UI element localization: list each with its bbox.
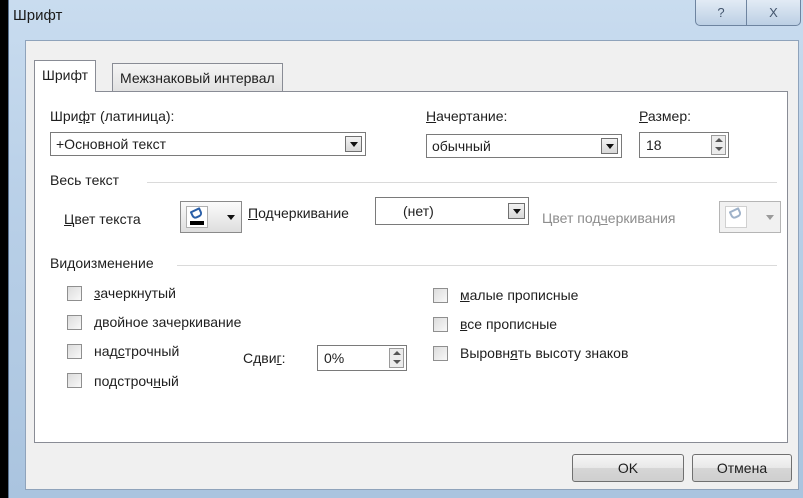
double-strikethrough-checkbox[interactable] [67, 315, 82, 330]
small-caps-label[interactable]: малые прописные [460, 287, 578, 303]
close-icon: X [769, 5, 778, 20]
offset-label: Сдвиг: [243, 350, 286, 366]
font-size-spinner[interactable]: 18 [639, 132, 729, 158]
ok-button[interactable]: OK [572, 454, 684, 482]
font-size-label: Размер: [639, 108, 692, 124]
latin-font-value: +Основной текст [56, 136, 166, 152]
tab-font[interactable]: Шрифт [34, 60, 97, 92]
tab-character-spacing[interactable]: Межзнаковый интервал [112, 63, 283, 93]
all-caps-label[interactable]: все прописные [460, 316, 557, 332]
dialog-client: Шрифт Межзнаковый интервал Шрифт (латини… [25, 40, 799, 490]
font-tab-panel: Шрифт (латиница): Начертание: Размер: +О… [34, 91, 788, 443]
text-color-button[interactable] [180, 201, 242, 233]
section-divider [147, 182, 777, 183]
help-icon: ? [717, 5, 725, 20]
tab-character-spacing-label: Межзнаковый интервал [120, 70, 275, 86]
underline-value: (нет) [403, 203, 434, 219]
underline-color-swatch [725, 206, 747, 228]
font-style-label: Начертание: [426, 108, 508, 124]
chevron-up-icon[interactable] [393, 351, 401, 355]
section-divider [177, 265, 777, 266]
underline-combo[interactable]: (нет) [375, 197, 529, 225]
chevron-down-icon [227, 215, 235, 220]
all-text-section-label: Весь текст [50, 172, 120, 188]
paint-bucket-icon [189, 207, 204, 220]
title-bar[interactable]: Шрифт ? X [9, 0, 803, 40]
size-stepper[interactable] [711, 135, 726, 155]
font-size-value: 18 [646, 137, 662, 153]
font-style-combo[interactable]: обычный [426, 134, 622, 158]
underline-label: Подчеркивание [248, 205, 349, 221]
equalize-height-label[interactable]: Выровнять высоту знаков [460, 345, 628, 361]
text-color-swatch [186, 206, 208, 228]
dialog-window: Шрифт ? X Шрифт Межзнаковый интервал Шри… [8, 0, 803, 498]
double-strikethrough-label[interactable]: двойное зачеркивание [94, 314, 241, 330]
paint-bucket-icon [728, 207, 743, 220]
equalize-height-checkbox[interactable] [433, 346, 448, 361]
color-bar [190, 221, 204, 225]
subscript-checkbox[interactable] [67, 373, 82, 388]
chevron-down-icon[interactable] [393, 360, 401, 364]
chevron-down-icon [766, 215, 774, 220]
chevron-up-icon[interactable] [715, 138, 723, 142]
chevron-down-icon[interactable] [601, 138, 618, 154]
window-title: Шрифт [13, 7, 63, 24]
subscript-label[interactable]: подстрочный [94, 373, 179, 389]
chevron-down-icon[interactable] [345, 136, 362, 152]
underline-color-label: Цвет подчеркивания [542, 210, 676, 226]
underline-color-button[interactable] [719, 201, 781, 233]
offset-stepper[interactable] [389, 348, 404, 368]
chevron-down-icon[interactable] [508, 203, 525, 219]
strikethrough-checkbox[interactable] [67, 286, 82, 301]
small-caps-checkbox[interactable] [433, 288, 448, 303]
help-button[interactable]: ? [695, 0, 747, 26]
all-caps-checkbox[interactable] [433, 317, 448, 332]
latin-font-combo[interactable]: +Основной текст [50, 132, 366, 156]
strikethrough-label[interactable]: зачеркнутый [94, 285, 176, 301]
superscript-checkbox[interactable] [67, 344, 82, 359]
tab-font-label: Шрифт [42, 67, 89, 83]
latin-font-label: Шрифт (латиница): [50, 108, 175, 124]
text-color-label: Цвет текста [64, 211, 141, 227]
effects-section-label: Видоизменение [50, 255, 154, 271]
cancel-button[interactable]: Отмена [692, 454, 792, 482]
close-button[interactable]: X [747, 0, 801, 26]
offset-value: 0% [324, 350, 345, 366]
offset-spinner[interactable]: 0% [317, 345, 407, 371]
chevron-down-icon[interactable] [715, 147, 723, 151]
superscript-label[interactable]: надстрочный [94, 343, 179, 359]
font-style-value: обычный [432, 138, 491, 154]
